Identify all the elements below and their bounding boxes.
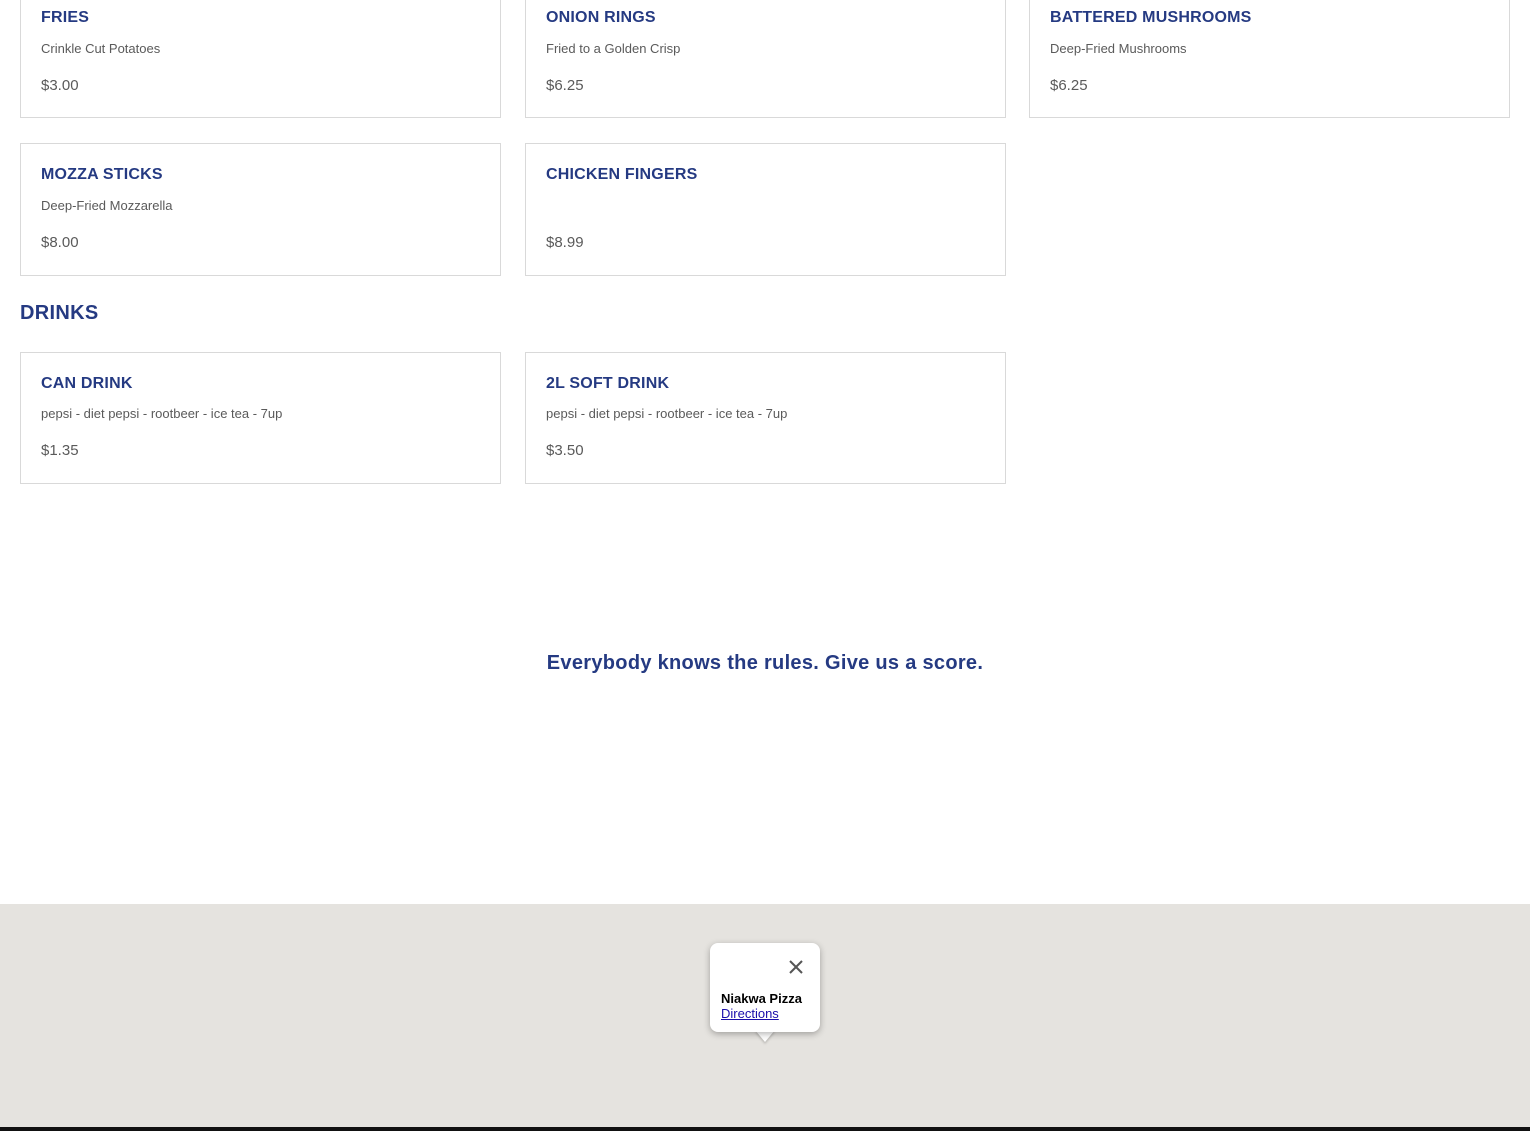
menu-item-description: Deep-Fried Mushrooms (1050, 41, 1187, 56)
menu-item-name: MOZZA STICKS (41, 166, 163, 183)
menu-item-description: pepsi - diet pepsi - rootbeer - ice tea … (41, 406, 283, 421)
section-title-drinks: DRINKS (20, 302, 99, 324)
close-icon (786, 957, 806, 977)
menu-item-card[interactable]: MOZZA STICKS Deep-Fried Mozzarella $8.00 (20, 143, 501, 276)
directions-link[interactable]: Directions (721, 1006, 779, 1021)
menu-item-description: Crinkle Cut Potatoes (41, 41, 161, 56)
menu-item-name: CHICKEN FINGERS (546, 166, 698, 183)
menu-item-price: $6.25 (1050, 77, 1088, 94)
menu-item-card[interactable]: FRIES Crinkle Cut Potatoes $3.00 (20, 0, 501, 118)
tagline: Everybody knows the rules. Give us a sco… (546, 652, 984, 674)
menu-item-description: Fried to a Golden Crisp (546, 41, 681, 56)
close-button[interactable] (786, 957, 806, 977)
menu-item-name: ONION RINGS (546, 9, 656, 26)
menu-item-name: FRIES (41, 9, 90, 26)
menu-item-card[interactable]: BATTERED MUSHROOMS Deep-Fried Mushrooms … (1029, 0, 1510, 118)
menu-item-description: Deep-Fried Mozzarella (41, 198, 173, 213)
menu-item-name: 2L SOFT DRINK (546, 375, 670, 392)
menu-item-price: $8.00 (41, 234, 79, 251)
place-name: Niakwa Pizza (721, 991, 802, 1006)
menu-item-card[interactable]: ONION RINGS Fried to a Golden Crisp $6.2… (525, 0, 1006, 118)
menu-item-price: $3.00 (41, 77, 79, 94)
menu-item-card[interactable]: CHICKEN FINGERS $8.99 (525, 143, 1006, 276)
menu-item-price: $6.25 (546, 77, 584, 94)
menu-item-card[interactable]: 2L SOFT DRINK pepsi - diet pepsi - rootb… (525, 352, 1006, 484)
menu-item-description: pepsi - diet pepsi - rootbeer - ice tea … (546, 406, 788, 421)
menu-item-card[interactable]: CAN DRINK pepsi - diet pepsi - rootbeer … (20, 352, 501, 484)
menu-item-name: CAN DRINK (41, 375, 133, 392)
map-info-window: Niakwa Pizza Directions (710, 943, 820, 1032)
menu-item-price: $1.35 (41, 442, 79, 459)
menu-item-price: $3.50 (546, 442, 584, 459)
menu-item-price: $8.99 (546, 234, 584, 251)
menu-item-name: BATTERED MUSHROOMS (1050, 9, 1252, 26)
map-bottom-bar (0, 1127, 1530, 1131)
